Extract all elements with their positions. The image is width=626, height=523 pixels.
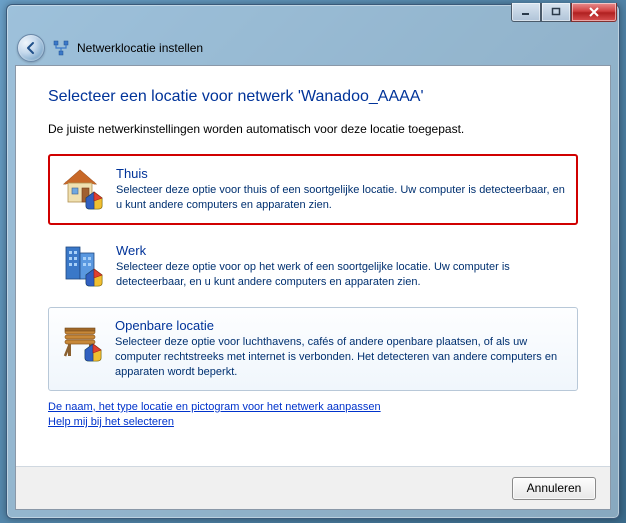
option-work-desc: Selecteer deze optie voor op het werk of… [116,260,566,290]
work-icon [60,243,104,287]
option-work[interactable]: Werk Selecteer deze optie voor op het we… [48,231,578,302]
header-bar: Netwerklocatie instellen [13,33,613,63]
option-home[interactable]: Thuis Selecteer deze optie voor thuis of… [48,154,578,225]
option-work-title: Werk [116,243,566,258]
maximize-button[interactable] [541,3,571,22]
network-icon [53,40,69,56]
cancel-button[interactable]: Annuleren [512,477,596,500]
minimize-button[interactable] [511,3,541,22]
page-subtitle: De juiste netwerkinstellingen worden aut… [48,122,578,136]
content-panel: Selecteer een locatie voor netwerk 'Wana… [15,65,611,510]
minimize-icon [521,7,531,17]
option-public-title: Openbare locatie [115,318,567,333]
home-icon [60,166,104,210]
close-button[interactable] [571,3,617,22]
dialog-window: Netwerklocatie instellen Selecteer een l… [6,4,620,519]
option-public-desc: Selecteer deze optie voor luchthavens, c… [115,335,567,380]
option-public[interactable]: Openbare locatie Selecteer deze optie vo… [48,307,578,391]
link-help[interactable]: Help mij bij het selecteren [48,416,578,428]
back-button[interactable] [17,34,45,62]
links-section: De naam, het type locatie en pictogram v… [48,401,578,428]
close-icon [588,7,600,17]
maximize-icon [551,7,561,17]
link-customize[interactable]: De naam, het type locatie en pictogram v… [48,401,578,413]
back-arrow-icon [24,41,38,55]
public-icon [59,318,103,362]
page-title: Selecteer een locatie voor netwerk 'Wana… [48,88,578,106]
window-controls [511,3,617,22]
option-home-desc: Selecteer deze optie voor thuis of een s… [116,183,566,213]
dialog-footer: Annuleren [16,466,610,509]
header-title: Netwerklocatie instellen [77,41,203,55]
titlebar [7,5,619,33]
option-home-title: Thuis [116,166,566,181]
